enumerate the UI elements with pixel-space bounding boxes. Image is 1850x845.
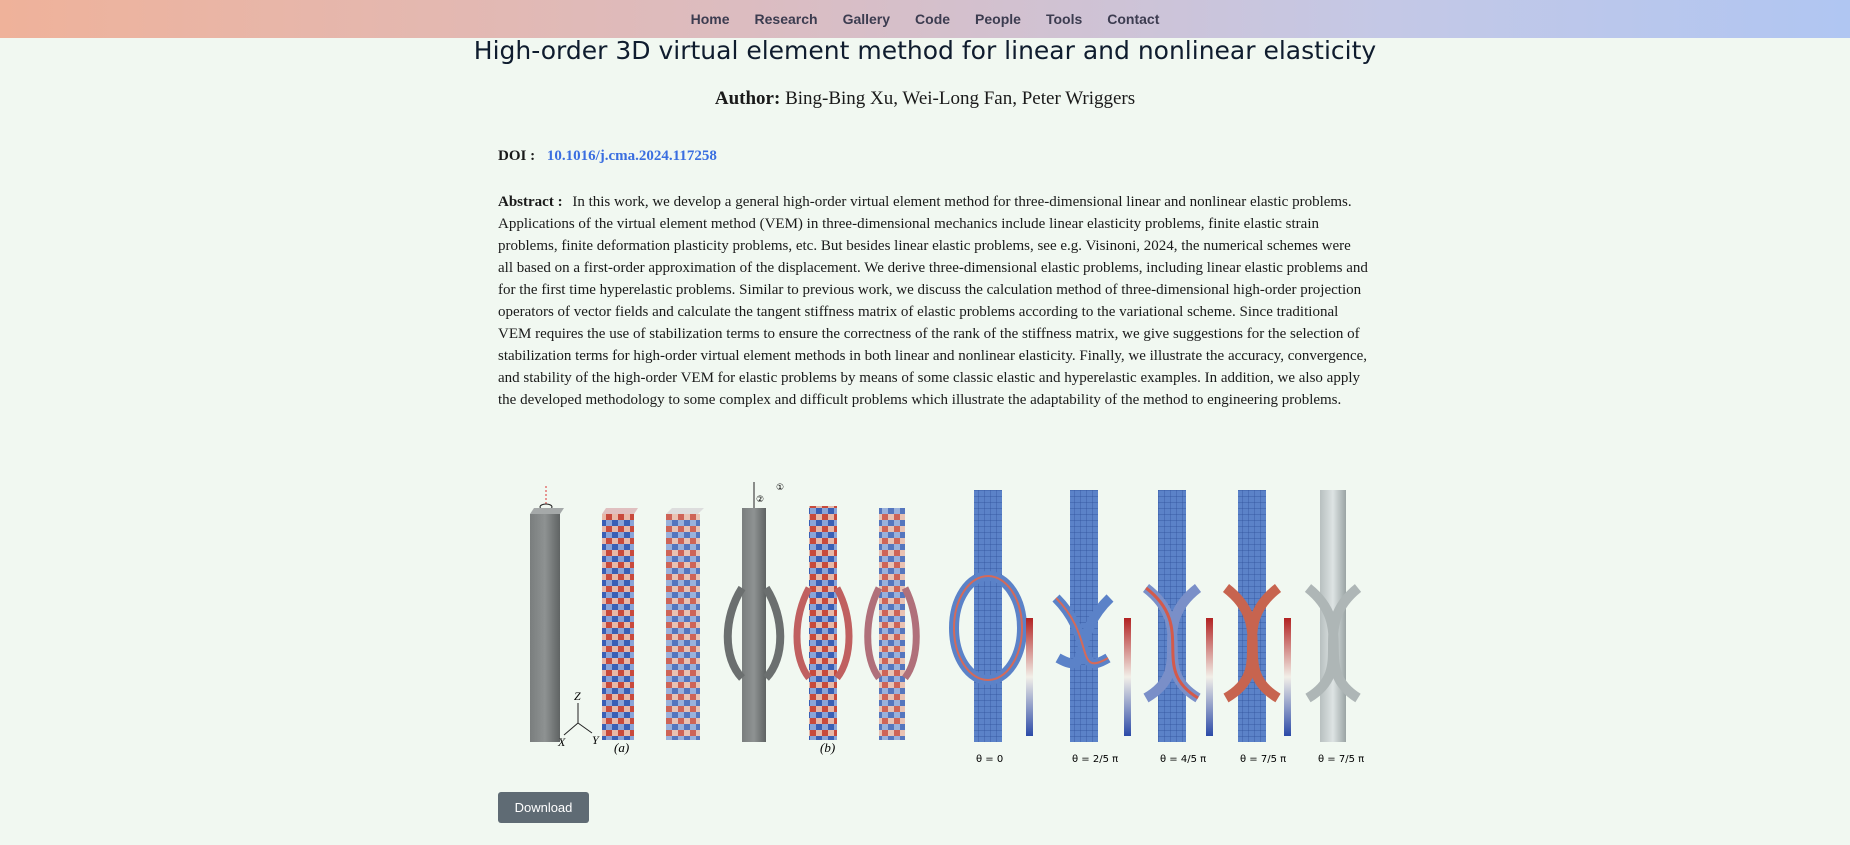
axis-z-label: Z bbox=[574, 689, 581, 703]
doi-label: DOI : bbox=[498, 148, 536, 164]
nav-home[interactable]: Home bbox=[691, 11, 730, 27]
twist-step-2: θ = 4/5 π bbox=[1142, 490, 1213, 765]
paper-title: High-order 3D virtual element method for… bbox=[473, 36, 1377, 65]
twist-step-final: θ = 7/5 π bbox=[1304, 490, 1364, 765]
abstract-label: Abstract : bbox=[498, 194, 563, 210]
marker-2: ② bbox=[756, 495, 764, 505]
panel-b-label: (b) bbox=[820, 740, 835, 755]
doi-link[interactable]: 10.1016/j.cma.2024.117258 bbox=[547, 148, 717, 164]
panel-a-label: (a) bbox=[614, 740, 629, 755]
theta-label-3: θ = 7/5 π bbox=[1240, 754, 1286, 765]
twist-step-0: θ = 0 bbox=[949, 490, 1033, 765]
axis-x-label: X bbox=[557, 735, 566, 749]
abstract: Abstract : In this work, we develop a ge… bbox=[498, 191, 1368, 411]
nav-tools[interactable]: Tools bbox=[1046, 11, 1082, 27]
panel-b: ② ① (b) bbox=[723, 482, 920, 755]
authors-line: Author: Bing-Bing Xu, Wei-Long Fan, Pete… bbox=[0, 88, 1850, 110]
abstract-text: In this work, we develop a general high-… bbox=[498, 194, 1368, 408]
twist-sequence: θ = 0 θ = 2/5 π θ = 4/5 π θ = 7/5 π θ = … bbox=[949, 490, 1364, 765]
nav-contact[interactable]: Contact bbox=[1107, 11, 1159, 27]
twist-step-1: θ = 2/5 π bbox=[1052, 490, 1131, 765]
author-label: Author: bbox=[714, 88, 781, 109]
twist-step-3: θ = 7/5 π bbox=[1222, 490, 1291, 765]
theta-label-4: θ = 7/5 π bbox=[1318, 754, 1364, 765]
nav-code[interactable]: Code bbox=[915, 11, 950, 27]
download-button[interactable]: Download bbox=[498, 792, 589, 823]
marker-1: ① bbox=[776, 483, 784, 493]
nav-people[interactable]: People bbox=[975, 11, 1021, 27]
author-names: Bing-Bing Xu, Wei-Long Fan, Peter Wrigge… bbox=[785, 88, 1136, 109]
nav-gallery[interactable]: Gallery bbox=[843, 11, 890, 27]
theta-label-0: θ = 0 bbox=[976, 754, 1003, 765]
doi-line: DOI : 10.1016/j.cma.2024.117258 bbox=[498, 148, 717, 165]
theta-label-2: θ = 4/5 π bbox=[1160, 754, 1206, 765]
nav-research[interactable]: Research bbox=[755, 11, 818, 27]
panel-a: Z X Y (a) bbox=[530, 486, 704, 755]
axis-y-label: Y bbox=[592, 733, 600, 747]
top-navbar: Home Research Gallery Code People Tools … bbox=[0, 0, 1850, 38]
paper-figure: Z X Y (a) ② ① (b) θ = 0 θ = 2/5 π θ = 4/… bbox=[530, 482, 1364, 765]
theta-label-1: θ = 2/5 π bbox=[1072, 754, 1118, 765]
